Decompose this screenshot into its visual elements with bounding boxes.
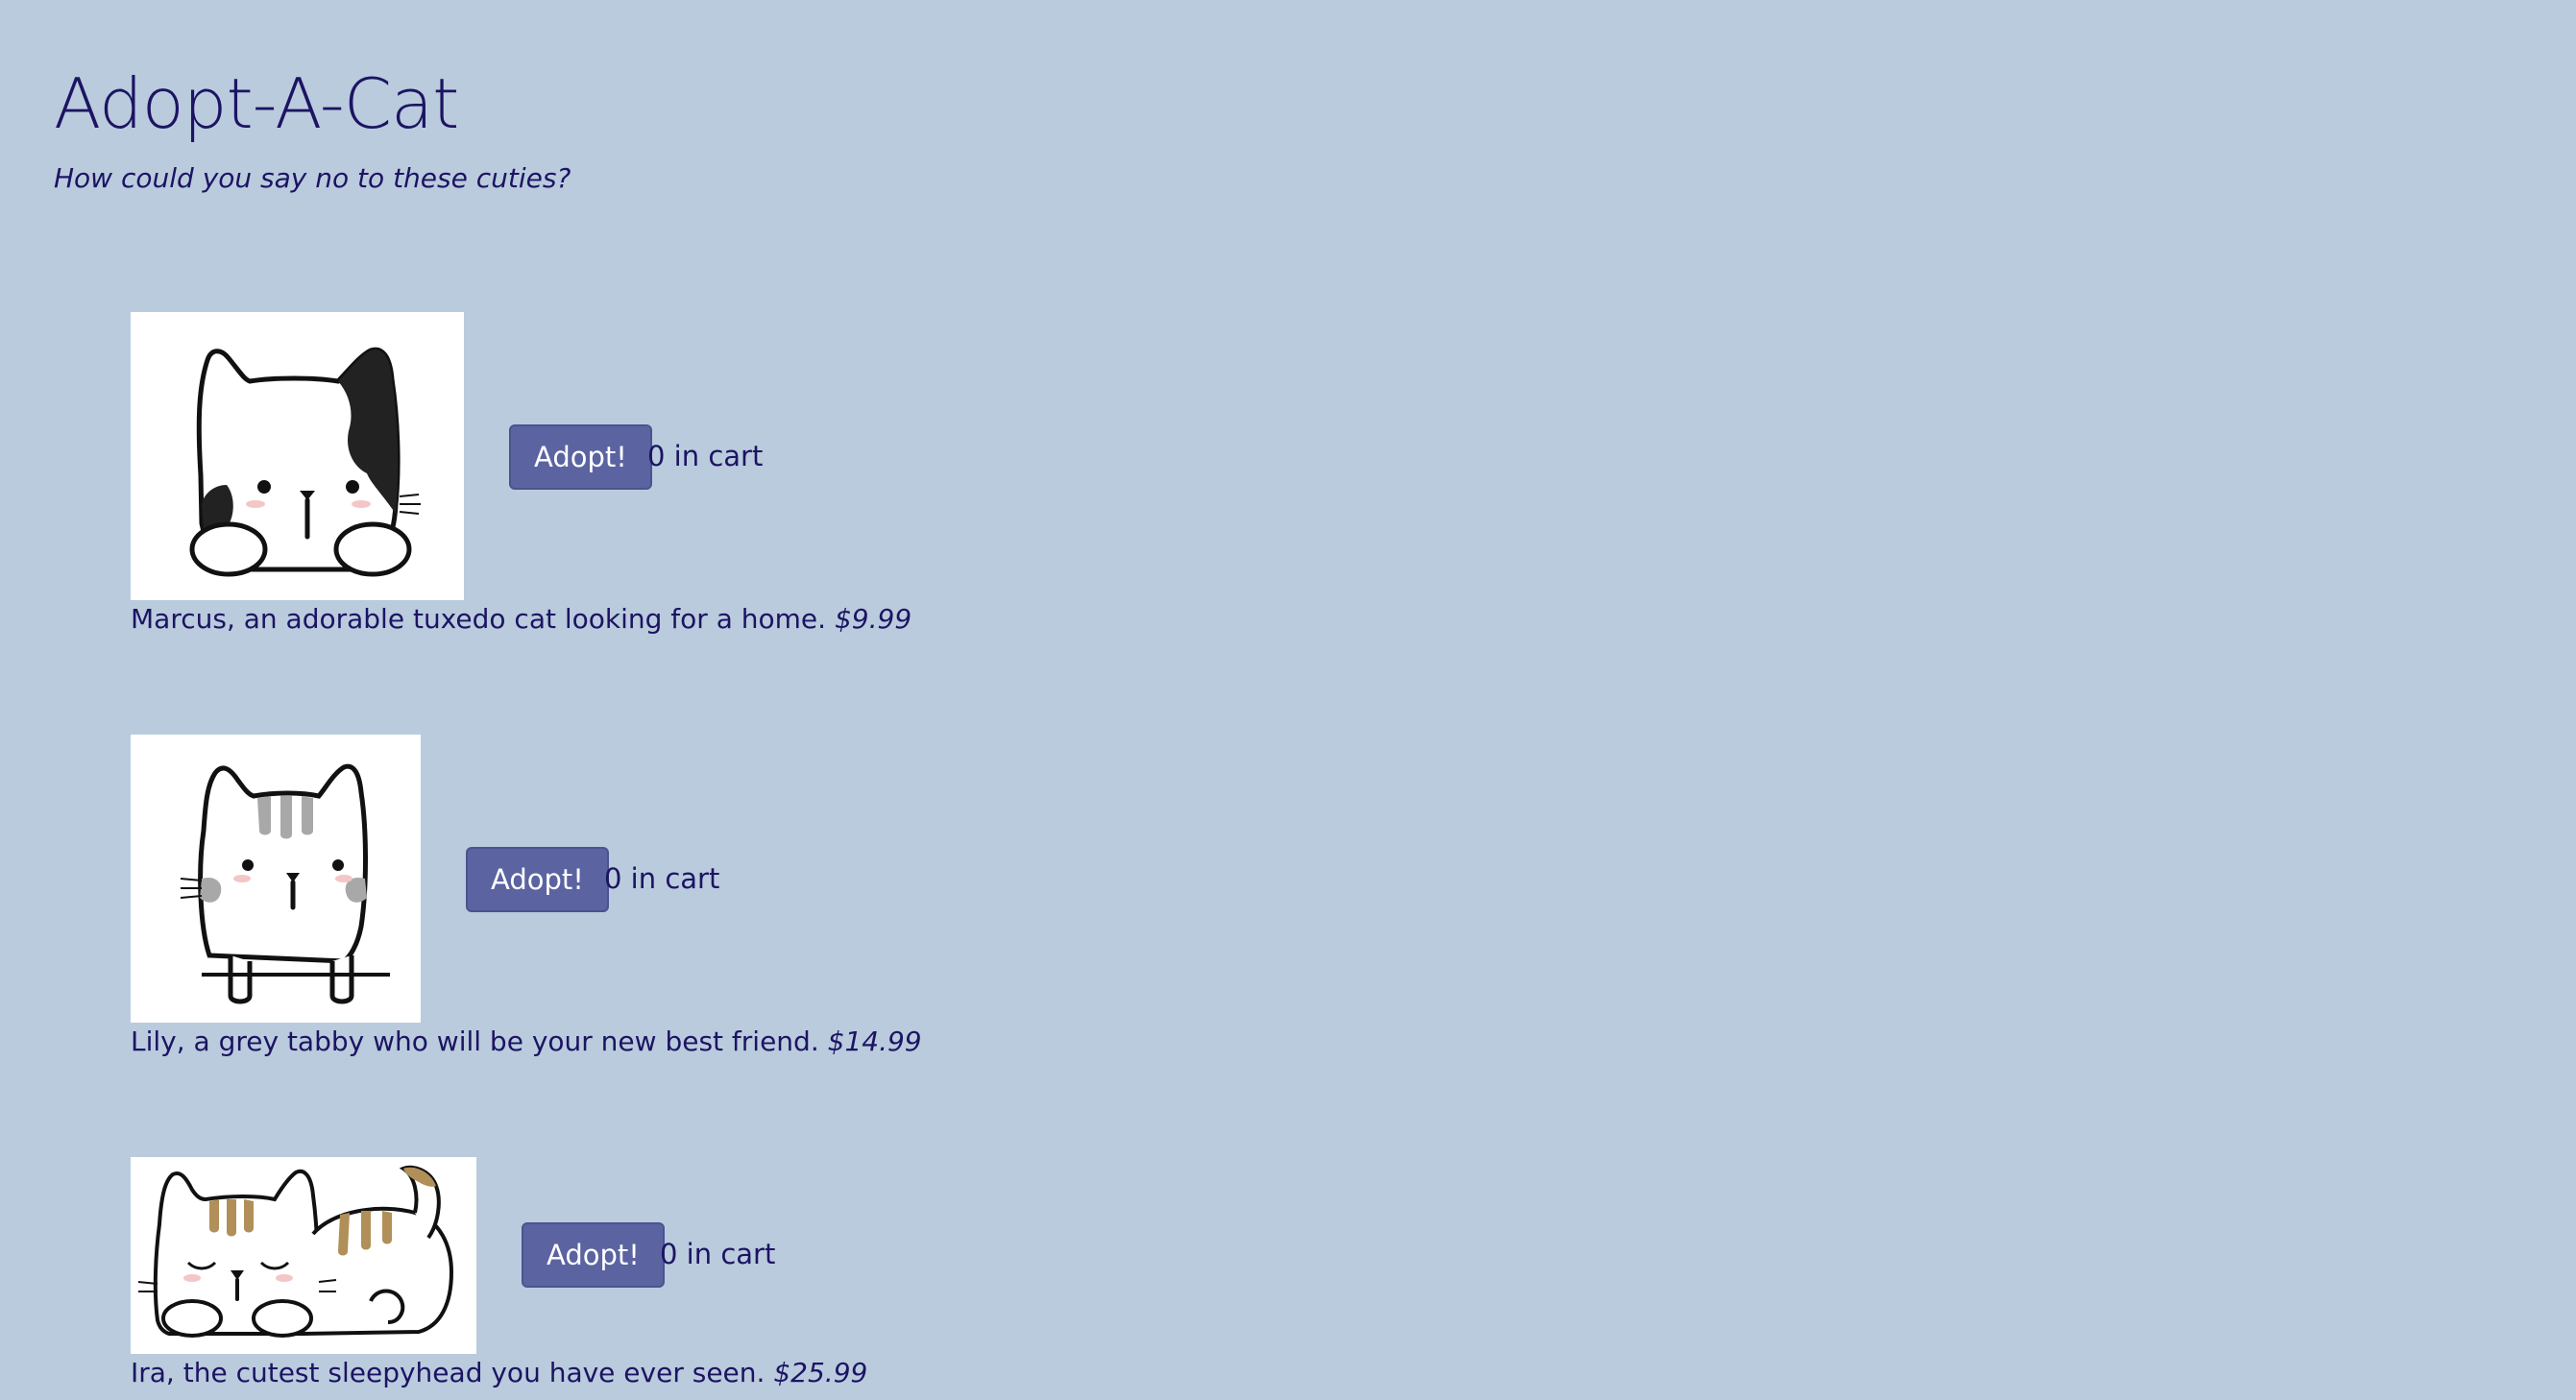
sleeping-cat-image	[131, 1157, 476, 1354]
cart-count-ira: 0 in cart	[660, 1235, 775, 1273]
cat-description-marcus: Marcus, an adorable tuxedo cat looking f…	[131, 600, 911, 639]
description-text: Ira, the cutest sleepyhead you have ever…	[131, 1357, 766, 1388]
adopt-button-ira[interactable]: Adopt!	[522, 1222, 665, 1288]
page-subtitle: How could you say no to these cuties?	[54, 162, 571, 194]
cart-count-value: 0	[647, 440, 666, 472]
description-text: Lily, a grey tabby who will be your new …	[131, 1026, 819, 1057]
cart-count-lily: 0 in cart	[604, 859, 719, 898]
cart-count-suffix: in cart	[665, 440, 764, 472]
cart-count-marcus: 0 in cart	[647, 437, 763, 475]
cat-description-lily: Lily, a grey tabby who will be your new …	[131, 1023, 922, 1061]
cart-count-value: 0	[604, 862, 622, 895]
page-title: Adopt-A-Cat	[54, 63, 459, 144]
cat-description-ira: Ira, the cutest sleepyhead you have ever…	[131, 1354, 867, 1392]
cart-count-suffix: in cart	[621, 862, 720, 895]
tuxedo-cat-image	[131, 312, 464, 600]
adopt-button-lily[interactable]: Adopt!	[466, 847, 609, 912]
cart-count-value: 0	[660, 1238, 678, 1270]
price: $14.99	[827, 1026, 922, 1057]
description-text: Marcus, an adorable tuxedo cat looking f…	[131, 603, 827, 635]
cart-count-suffix: in cart	[677, 1238, 776, 1270]
price: $25.99	[773, 1357, 868, 1388]
grey-tabby-cat-image	[131, 735, 421, 1023]
price: $9.99	[834, 603, 912, 635]
adopt-button-marcus[interactable]: Adopt!	[509, 424, 652, 490]
